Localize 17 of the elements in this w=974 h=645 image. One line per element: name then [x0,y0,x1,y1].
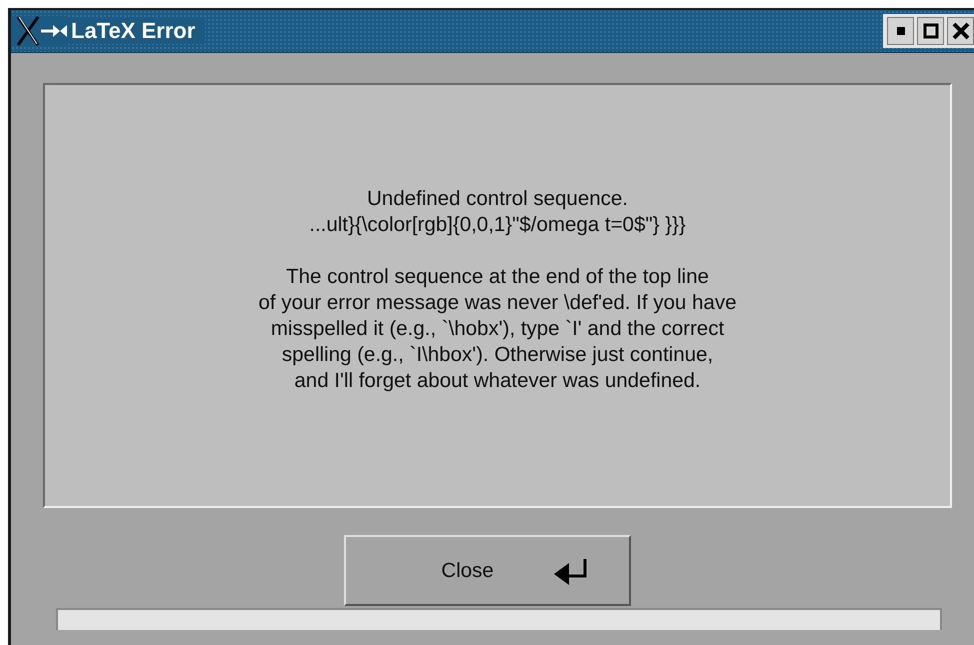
minimize-icon [896,27,904,35]
window-close-button[interactable] [947,17,974,45]
error-help-line: spelling (e.g., `I\hbox'). Otherwise just continue, [282,342,714,368]
x-logo-icon [17,16,39,46]
close-icon [952,22,970,40]
window-title: LaTeX Error [67,18,206,44]
error-heading-line: Undefined control sequence. [367,186,628,212]
maximize-button[interactable] [917,17,944,45]
error-help-line: misspelled it (e.g., `\hobx'), type `I' and the correct [270,316,724,342]
pin-icon[interactable] [41,24,67,38]
maximize-icon [922,23,938,39]
error-help-line: The control sequence at the end of the top line [286,264,709,290]
error-help-line: and I'll forget about whatever was undefined. [294,368,701,394]
error-help-line: of your error message was never \def'ed. If you have [258,290,736,316]
close-button[interactable]: Close [344,535,631,606]
minimize-button[interactable] [887,17,914,45]
error-heading-line: ...ult}{\color[rgb]{0,0,1}"$/omega t=0$"} }}} [309,212,686,238]
